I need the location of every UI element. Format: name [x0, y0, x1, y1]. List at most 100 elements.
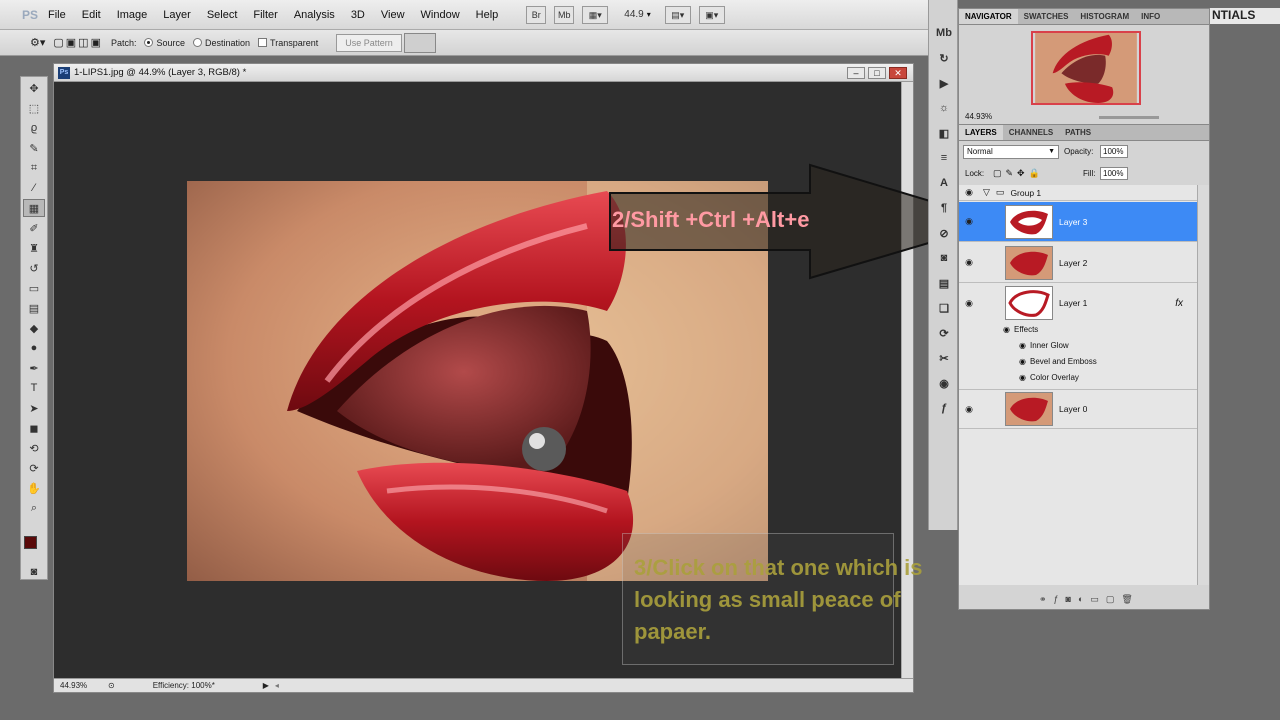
- mini-bridge-icon[interactable]: Mb: [931, 22, 957, 44]
- menu-view[interactable]: View: [373, 9, 413, 21]
- 3d-orbit-tool-icon[interactable]: ⟳: [23, 459, 45, 477]
- maximize-button[interactable]: □: [868, 66, 886, 79]
- quick-select-tool-icon[interactable]: ✎: [23, 139, 45, 157]
- source-option[interactable]: Source: [144, 38, 185, 48]
- zoom-level[interactable]: 44.9: [624, 9, 643, 20]
- hand-tool-icon[interactable]: ✋: [23, 479, 45, 497]
- minimize-button[interactable]: –: [847, 66, 865, 79]
- arrange-documents-button[interactable]: ▤▾: [664, 5, 691, 24]
- layer-row-layer-3[interactable]: ◉ Layer 3: [959, 202, 1197, 242]
- view-extras-button[interactable]: ▦▾: [582, 5, 609, 24]
- tool-preset-picker[interactable]: ⚙▾: [30, 36, 45, 49]
- adjustments-icon[interactable]: ☼: [931, 97, 957, 119]
- source-radio[interactable]: [144, 38, 154, 47]
- fill-field[interactable]: 100%: [1100, 167, 1128, 180]
- animation-icon[interactable]: ⟳: [931, 322, 957, 344]
- shape-tool-icon[interactable]: ◼: [23, 419, 45, 437]
- dodge-tool-icon[interactable]: ●: [23, 339, 45, 357]
- pattern-picker[interactable]: [403, 32, 436, 53]
- layers-scrollbar[interactable]: [1197, 185, 1209, 585]
- clone-source-icon[interactable]: ⊘: [931, 222, 957, 244]
- crop-tool-icon[interactable]: ⌗: [23, 159, 45, 177]
- scroll-left-icon[interactable]: ◂: [275, 681, 279, 690]
- tab-histogram[interactable]: HISTOGRAM: [1074, 9, 1135, 24]
- selection-mode-buttons[interactable]: ▢▣◫▣: [53, 36, 103, 49]
- destination-radio[interactable]: [193, 38, 203, 47]
- opacity-field[interactable]: 100%: [1100, 145, 1128, 158]
- character-icon[interactable]: A: [931, 172, 957, 194]
- menu-file[interactable]: File: [40, 9, 74, 21]
- menu-select[interactable]: Select: [199, 9, 246, 21]
- styles-icon[interactable]: ƒ: [931, 397, 957, 419]
- mini-bridge-button[interactable]: Mb: [554, 5, 575, 24]
- eyedropper-tool-icon[interactable]: ⁄: [23, 179, 45, 197]
- document-titlebar[interactable]: Ps 1-LIPS1.jpg @ 44.9% (Layer 3, RGB/8) …: [54, 64, 913, 82]
- fx-badge[interactable]: fx: [1175, 298, 1183, 309]
- eye-icon[interactable]: ◉: [1003, 325, 1010, 334]
- menu-edit[interactable]: Edit: [74, 9, 109, 21]
- bridge-button[interactable]: Br: [526, 5, 547, 24]
- group-row[interactable]: ◉ ▽ ▭ Group 1: [959, 185, 1197, 201]
- destination-option[interactable]: Destination: [193, 38, 250, 48]
- lock-buttons[interactable]: ▢✎✥🔒: [993, 168, 1044, 179]
- eye-icon[interactable]: ◉: [959, 216, 979, 227]
- layer-row-layer-0[interactable]: ◉ Layer 0: [959, 389, 1197, 429]
- blend-mode-select[interactable]: Normal ▼: [963, 145, 1059, 159]
- tab-swatches[interactable]: SWATCHES: [1018, 9, 1075, 24]
- type-tool-icon[interactable]: T: [23, 379, 45, 397]
- tab-info[interactable]: INFO: [1135, 9, 1166, 24]
- use-pattern-button[interactable]: Use Pattern: [336, 33, 402, 52]
- 3d-icon[interactable]: ◙: [931, 247, 957, 269]
- history-brush-tool-icon[interactable]: ↺: [23, 259, 45, 277]
- transparent-option[interactable]: Transparent: [258, 38, 318, 48]
- eye-icon[interactable]: ◉: [959, 187, 979, 198]
- paragraph-icon[interactable]: ¶: [931, 197, 957, 219]
- navigator-thumbnail[interactable]: [1031, 31, 1141, 105]
- 3d-rotate-tool-icon[interactable]: ⟲: [23, 439, 45, 457]
- zoom-status[interactable]: 44.93%: [60, 681, 100, 690]
- patch-tool-icon[interactable]: ▦: [23, 199, 45, 217]
- zoom-tool-icon[interactable]: ⌕: [23, 499, 45, 517]
- stamp-tool-icon[interactable]: ♜: [23, 239, 45, 257]
- brush-tool-icon[interactable]: ✐: [23, 219, 45, 237]
- menu-filter[interactable]: Filter: [245, 9, 285, 21]
- navigator-zoom-slider[interactable]: [1099, 116, 1159, 119]
- layers-footer-buttons[interactable]: ⚭ƒ◙◐▭▢🗑: [1039, 594, 1140, 605]
- notes-icon[interactable]: ▤: [931, 272, 957, 294]
- move-tool-icon[interactable]: ✥: [23, 79, 45, 97]
- pen-tool-icon[interactable]: ✒: [23, 359, 45, 377]
- effect-color-overlay[interactable]: ◉ Color Overlay: [1019, 373, 1079, 382]
- layer-thumbnail[interactable]: [1005, 286, 1053, 320]
- eye-icon[interactable]: ◉: [1019, 373, 1026, 382]
- brush-presets-icon[interactable]: ≡: [931, 147, 957, 169]
- effect-inner-glow[interactable]: ◉ Inner Glow: [1019, 341, 1069, 350]
- layer-row-layer-1[interactable]: ◉ Layer 1 fx: [959, 284, 1197, 322]
- disclosure-triangle-icon[interactable]: ▽: [983, 187, 990, 198]
- quick-mask-icon[interactable]: ◙: [23, 563, 45, 581]
- masks-icon[interactable]: ◧: [931, 122, 957, 144]
- layer-comps-icon[interactable]: ❏: [931, 297, 957, 319]
- chevron-down-icon[interactable]: ▾: [647, 10, 651, 19]
- menu-analysis[interactable]: Analysis: [286, 9, 343, 21]
- eye-icon[interactable]: ◉: [959, 404, 979, 415]
- eraser-tool-icon[interactable]: ▭: [23, 279, 45, 297]
- screen-mode-button[interactable]: ▣▾: [698, 5, 725, 24]
- actions-icon[interactable]: ▶: [931, 72, 957, 94]
- layer-thumbnail[interactable]: [1005, 204, 1053, 239]
- navigator-zoom[interactable]: 44.93%: [965, 112, 992, 121]
- tab-paths[interactable]: PATHS: [1059, 125, 1097, 140]
- eye-icon[interactable]: ◉: [1019, 357, 1026, 366]
- eye-icon[interactable]: ◉: [959, 298, 979, 309]
- status-info-icon[interactable]: ⊙: [108, 681, 115, 690]
- blur-tool-icon[interactable]: ◆: [23, 319, 45, 337]
- close-button[interactable]: ✕: [889, 66, 907, 79]
- transparent-checkbox[interactable]: [258, 38, 268, 47]
- layer-row-layer-2[interactable]: ◉ Layer 2: [959, 243, 1197, 283]
- workspace-switcher[interactable]: NTIALS: [1210, 8, 1280, 24]
- menu-layer[interactable]: Layer: [155, 9, 199, 21]
- marquee-tool-icon[interactable]: ⬚: [23, 99, 45, 117]
- layer-thumbnail[interactable]: [1005, 392, 1053, 426]
- lasso-tool-icon[interactable]: ϱ: [23, 119, 45, 137]
- status-menu-arrow-icon[interactable]: ▶: [263, 681, 269, 690]
- history-icon[interactable]: ↻: [931, 47, 957, 69]
